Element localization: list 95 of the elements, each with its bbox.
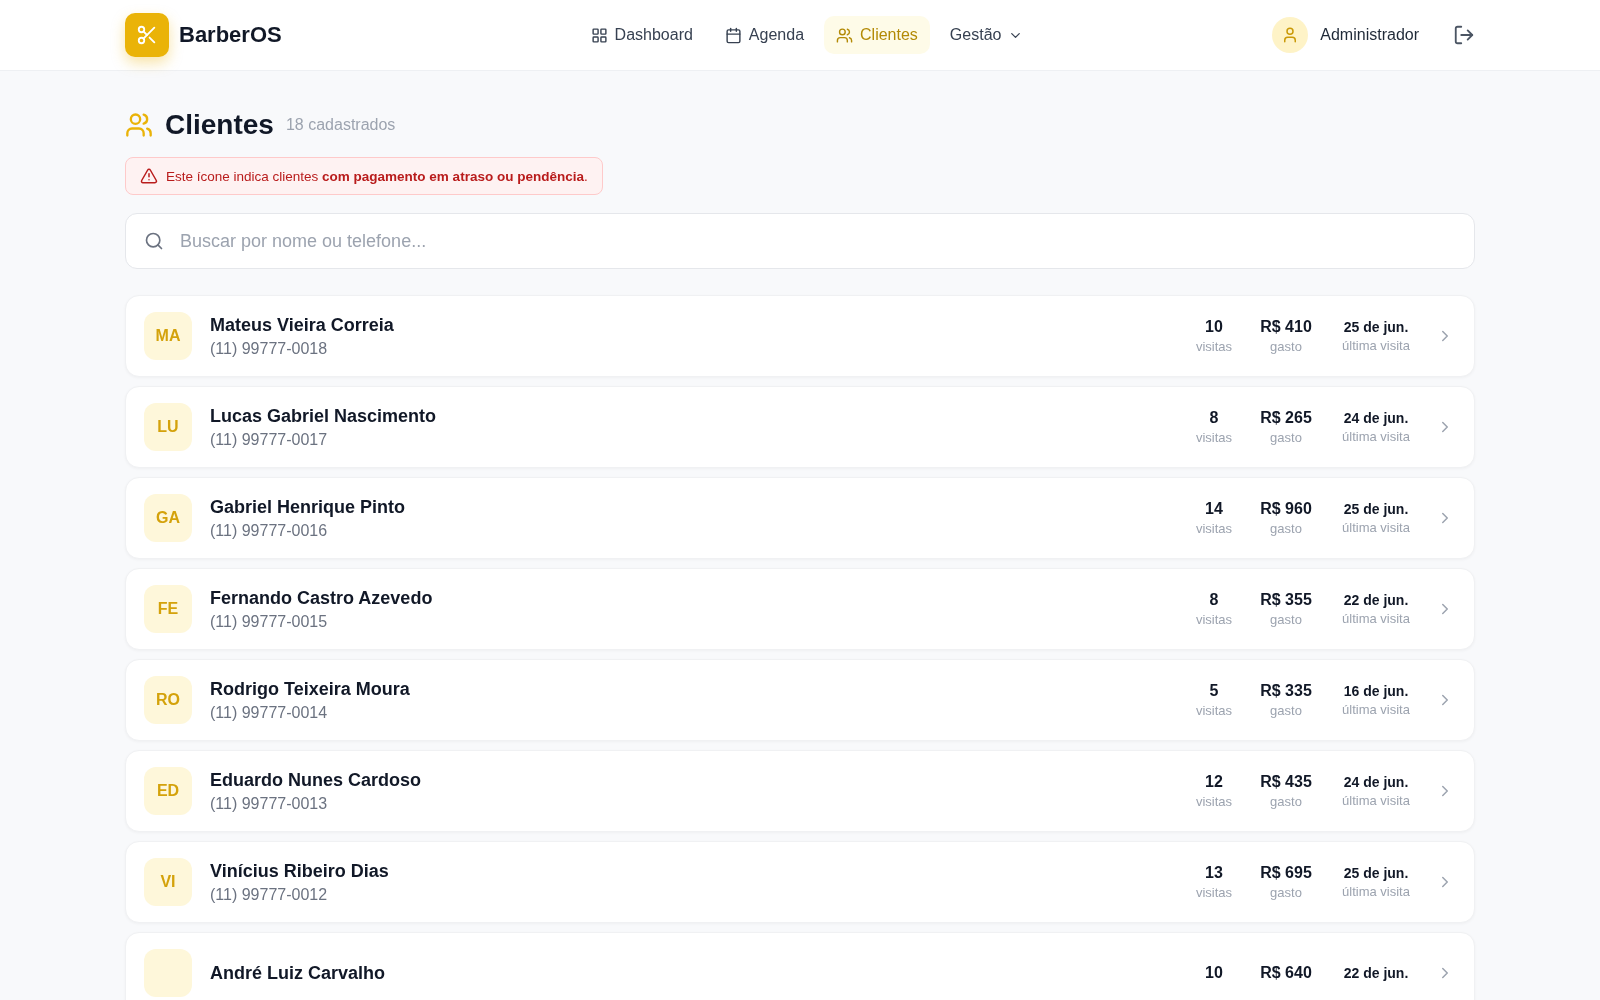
last-visit-date: 25 de jun.: [1343, 319, 1409, 335]
stat-label: visitas: [1195, 703, 1233, 718]
last-visit-date: 25 de jun.: [1343, 501, 1409, 517]
client-phone: (11) 99777-0015: [210, 612, 329, 631]
visits-count: 13: [1205, 864, 1223, 882]
amount-spent: R$ 355: [1260, 591, 1312, 609]
logo-icon: [125, 13, 169, 57]
nav-item[interactable]: Gestão: [937, 16, 1036, 54]
stat-label: visitas: [1195, 794, 1233, 809]
amount-spent: R$ 335: [1260, 682, 1312, 700]
stat-label: última visita: [1342, 702, 1410, 717]
client-card[interactable]: GA Gabriel Henrique Pinto (11) 99777-0016 14 visitas R$ 960 gasto 25 de jun. última visita: [125, 477, 1475, 559]
visits-count: 14: [1205, 500, 1223, 518]
client-name: Mateus Vieira Correia: [210, 314, 395, 336]
stat-label: visitas: [1195, 521, 1233, 536]
initials-avatar: ED: [144, 767, 192, 815]
stat-label: gasto: [1270, 703, 1302, 718]
alert-text: Este ícone indica clientes com pagamento em atraso ou pendência.: [166, 168, 588, 184]
stat-label: última visita: [1342, 611, 1410, 626]
stat-label: visitas: [1195, 430, 1233, 445]
client-card[interactable]: MA Mateus Vieira Correia (11) 99777-0018 10 visitas R$ 410 gasto 25 de jun. última visita: [125, 295, 1475, 377]
stat-label: gasto: [1270, 612, 1302, 627]
client-card[interactable]: LU Lucas Gabriel Nascimento (11) 99777-0017 8 visitas R$ 265 gasto 24 de jun. última visita: [125, 386, 1475, 468]
client-name: Rodrigo Teixeira Moura: [210, 678, 411, 700]
initials-avatar: MA: [144, 312, 192, 360]
stat-label: gasto: [1270, 430, 1302, 445]
amount-spent: R$ 640: [1260, 964, 1312, 982]
calendar-icon: [724, 26, 742, 44]
stat-label: última visita: [1342, 520, 1410, 535]
client-phone: (11) 99777-0016: [210, 521, 329, 540]
last-visit-date: 24 de jun.: [1343, 774, 1409, 790]
stat-label: gasto: [1270, 339, 1302, 354]
visits-count: 8: [1209, 591, 1219, 609]
amount-spent: R$ 410: [1260, 318, 1312, 336]
brand-name: BarberOS: [179, 22, 282, 48]
initials-avatar: RO: [144, 676, 192, 724]
client-card[interactable]: ED Eduardo Nunes Cardoso (11) 99777-0013 12 visitas R$ 435 gasto 24 de jun. última visita: [125, 750, 1475, 832]
client-name: Lucas Gabriel Nascimento: [210, 405, 438, 427]
users-icon: [125, 111, 153, 139]
client-count: 18 cadastrados: [285, 116, 396, 134]
nav-item[interactable]: Dashboard: [578, 16, 705, 54]
search-field[interactable]: Buscar por nome ou telefone...: [125, 213, 1475, 269]
client-name: André Luiz Carvalho: [210, 962, 387, 984]
client-name: Eduardo Nunes Cardoso: [210, 769, 423, 791]
amount-spent: R$ 695: [1260, 864, 1312, 882]
stat-label: gasto: [1270, 794, 1302, 809]
last-visit-date: 16 de jun.: [1343, 683, 1409, 699]
initials-avatar: FE: [144, 585, 192, 633]
client-card[interactable]: VI Vinícius Ribeiro Dias (11) 99777-0012 13 visitas R$ 695 gasto 25 de jun. última visita: [125, 841, 1475, 923]
initials-avatar: LU: [144, 403, 192, 451]
stat-label: gasto: [1270, 885, 1302, 900]
amount-spent: R$ 265: [1260, 409, 1312, 427]
visits-count: 8: [1209, 409, 1219, 427]
client-name: Fernando Castro Azevedo: [210, 587, 434, 609]
grid-icon: [590, 26, 608, 44]
stat-label: gasto: [1270, 521, 1302, 536]
last-visit-date: 22 de jun.: [1343, 965, 1409, 981]
stat-label: última visita: [1342, 884, 1410, 899]
avatar-icon: [144, 949, 192, 997]
client-card[interactable]: FE Fernando Castro Azevedo (11) 99777-0015 8 visitas R$ 355 gasto 22 de jun. última visita: [125, 568, 1475, 650]
last-visit-date: 22 de jun.: [1343, 592, 1409, 608]
visits-count: 5: [1209, 682, 1219, 700]
client-phone: (11) 99777-0018: [210, 339, 329, 358]
nav-item[interactable]: Agenda: [712, 16, 817, 54]
stat-label: última visita: [1342, 338, 1410, 353]
stat-label: última visita: [1342, 793, 1410, 808]
search-icon: [144, 231, 164, 251]
user-avatar-icon: [1272, 17, 1309, 53]
last-visit-date: 25 de jun.: [1343, 865, 1409, 881]
amount-spent: R$ 435: [1260, 773, 1312, 791]
client-phone: (11) 99777-0017: [210, 430, 329, 449]
stat-label: visitas: [1195, 885, 1233, 900]
warning-icon: [140, 167, 158, 185]
stat-label: visitas: [1195, 612, 1233, 627]
search-input[interactable]: Buscar por nome ou telefone...: [178, 229, 1456, 253]
client-name: Vinícius Ribeiro Dias: [210, 860, 390, 882]
user-name: Administrador: [1320, 26, 1419, 44]
page-title: Clientes: [165, 109, 274, 141]
users-icon: [836, 26, 854, 44]
last-visit-date: 24 de jun.: [1343, 410, 1409, 426]
stat-label: visitas: [1195, 339, 1233, 354]
initials-avatar: VI: [144, 858, 192, 906]
stat-label: última visita: [1342, 429, 1410, 444]
client-name: Gabriel Henrique Pinto: [210, 496, 407, 518]
client-card[interactable]: RO Rodrigo Teixeira Moura (11) 99777-0014 5 visitas R$ 335 gasto 16 de jun. última visita: [125, 659, 1475, 741]
client-card[interactable]: André Luiz Carvalho 10 R$ 640 22 de jun.: [125, 932, 1475, 1000]
visits-count: 10: [1205, 964, 1223, 982]
visits-count: 10: [1205, 318, 1223, 336]
visits-count: 12: [1205, 773, 1223, 791]
amount-spent: R$ 960: [1260, 500, 1312, 518]
logout-icon[interactable]: [1453, 24, 1475, 46]
client-phone: (11) 99777-0013: [210, 794, 329, 813]
client-phone: (11) 99777-0012: [210, 885, 329, 904]
initials-avatar: GA: [144, 494, 192, 542]
client-phone: (11) 99777-0014: [210, 703, 329, 722]
